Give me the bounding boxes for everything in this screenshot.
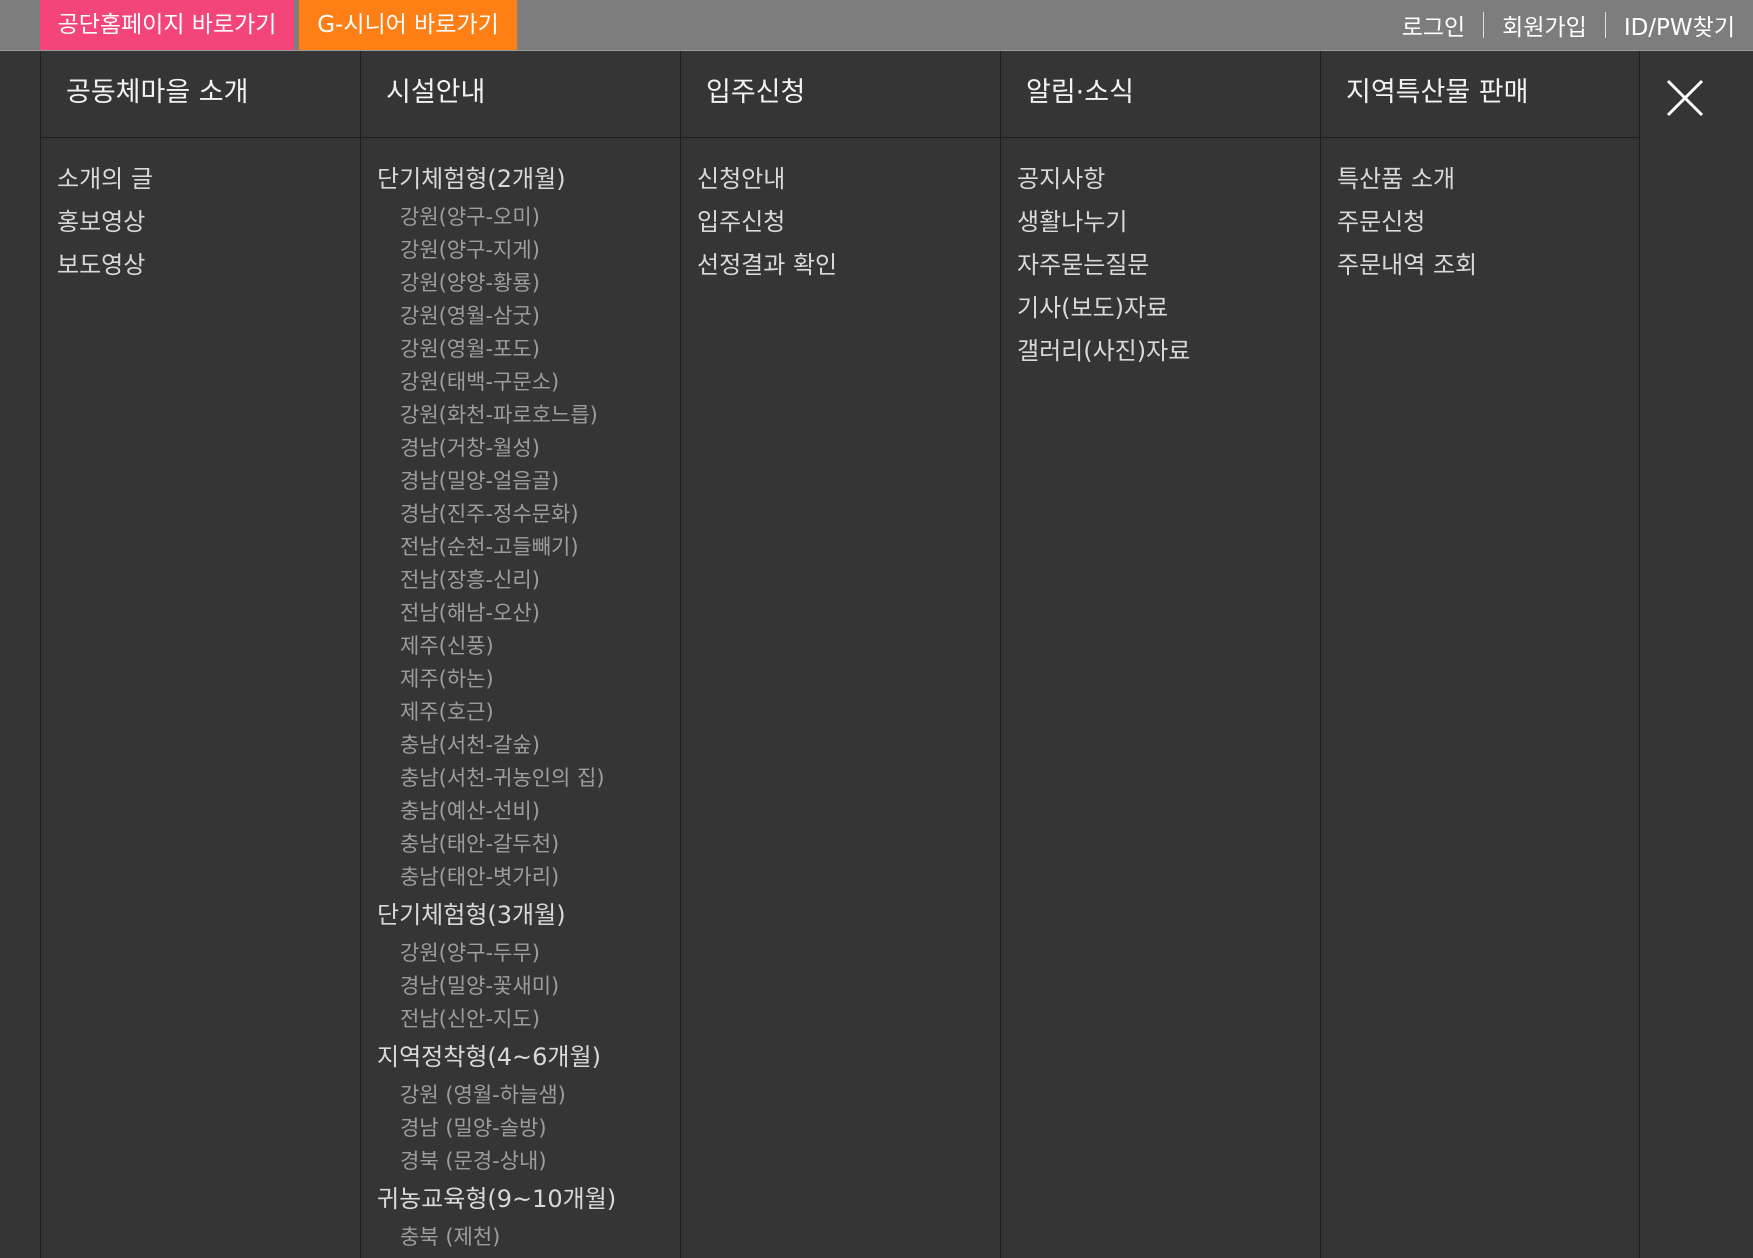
menu-subitem[interactable]: 제주(하논) [377, 663, 680, 696]
account-links: 로그인 회원가입 ID/PW찾기 [1384, 0, 1735, 50]
menu-subitem[interactable]: 전남(순천-고들빼기) [377, 531, 680, 564]
menu-column-title[interactable]: 공동체마을 소개 [41, 51, 360, 138]
menu-subitem[interactable]: 강원(양구-오미) [377, 201, 680, 234]
menu-subitem[interactable]: 제주(호근) [377, 696, 680, 729]
menu-subitem[interactable]: 강원(화천-파로호느릅) [377, 399, 680, 432]
menu-subitem[interactable]: 충북 (제천) [377, 1221, 680, 1254]
menu-subitem[interactable]: 경남(밀양-꽃새미) [377, 970, 680, 1003]
menu-item[interactable]: 공지사항 [1017, 158, 1320, 201]
menu-subitem[interactable]: 충남(서천-갈숲) [377, 729, 680, 762]
g-senior-button[interactable]: G-시니어 바로가기 [299, 0, 517, 50]
menu-item[interactable]: 기사(보도)자료 [1017, 287, 1320, 330]
menu-column: 입주신청 신청안내 입주신청 선정결과 확인 [680, 51, 1000, 1258]
menu-subitem[interactable]: 전남(장흥-신리) [377, 564, 680, 597]
menu-column: 알림·소식 공지사항 생활나누기 자주묻는질문 기사(보도)자료 갤러리(사진)자료 [1000, 51, 1320, 1258]
menu-item[interactable]: 귀농교육형(9~10개월) [377, 1178, 680, 1221]
menu-item[interactable]: 소개의 글 [57, 158, 360, 201]
menu-subitem[interactable]: 충남(서천-귀농인의 집) [377, 762, 680, 795]
menu-item[interactable]: 단기체험형(3개월) [377, 894, 680, 937]
signup-link[interactable]: 회원가입 [1484, 8, 1605, 42]
menu-subitem[interactable]: 강원(영월-포도) [377, 333, 680, 366]
menu-item[interactable]: 보도영상 [57, 244, 360, 287]
menu-column-body: 단기체험형(2개월) 강원(양구-오미) 강원(양구-지게) 강원(양양-황룡) 강원(… [361, 138, 680, 1254]
menu-subitem[interactable]: 강원(양구-두무) [377, 937, 680, 970]
find-id-pw-link[interactable]: ID/PW찾기 [1606, 8, 1735, 42]
menu-subitem[interactable]: 강원(영월-삼굿) [377, 300, 680, 333]
menu-subitem[interactable]: 강원(태백-구문소) [377, 366, 680, 399]
menu-subitem[interactable]: 경남(거창-월성) [377, 432, 680, 465]
menu-subitem[interactable]: 충남(태안-볏가리) [377, 861, 680, 894]
menu-column: 공동체마을 소개 소개의 글 홍보영상 보도영상 [40, 51, 360, 1258]
menu-item[interactable]: 입주신청 [697, 201, 1000, 244]
login-link[interactable]: 로그인 [1384, 8, 1483, 42]
menu-item[interactable]: 선정결과 확인 [697, 244, 1000, 287]
menu-item[interactable]: 신청안내 [697, 158, 1000, 201]
menu-column-title[interactable]: 시설안내 [361, 51, 680, 138]
close-icon[interactable] [1665, 78, 1705, 118]
menu-column-body: 소개의 글 홍보영상 보도영상 [41, 138, 360, 287]
menu-subitem[interactable]: 경남 (밀양-솔방) [377, 1112, 680, 1145]
menu-item[interactable]: 갤러리(사진)자료 [1017, 330, 1320, 373]
menu-item[interactable]: 특산품 소개 [1337, 158, 1639, 201]
menu-column-title[interactable]: 입주신청 [681, 51, 1000, 138]
menu-subitem[interactable]: 충남(태안-갈두천) [377, 828, 680, 861]
menu-subitem[interactable]: 경북 (문경-상내) [377, 1145, 680, 1178]
corporation-homepage-button[interactable]: 공단홈페이지 바로가기 [40, 0, 294, 50]
menu-item[interactable]: 단기체험형(2개월) [377, 158, 680, 201]
menu-subitem[interactable]: 제주(신풍) [377, 630, 680, 663]
top-bar: 공단홈페이지 바로가기 G-시니어 바로가기 로그인 회원가입 ID/PW찾기 [0, 0, 1753, 51]
menu-item[interactable]: 주문내역 조회 [1337, 244, 1639, 287]
menu-column: 지역특산물 판매 특산품 소개 주문신청 주문내역 조회 [1320, 51, 1640, 1258]
menu-column-body: 공지사항 생활나누기 자주묻는질문 기사(보도)자료 갤러리(사진)자료 [1001, 138, 1320, 373]
menu-subitem[interactable]: 충남(예산-선비) [377, 795, 680, 828]
menu-subitem[interactable]: 경남(진주-정수문화) [377, 498, 680, 531]
menu-column-title[interactable]: 지역특산물 판매 [1321, 51, 1639, 138]
menu-column-body: 신청안내 입주신청 선정결과 확인 [681, 138, 1000, 287]
mega-menu: 공동체마을 소개 소개의 글 홍보영상 보도영상 시설안내 단기체험형(2개월) 강원(양구… [40, 51, 1640, 1258]
menu-subitem[interactable]: 전남(신안-지도) [377, 1003, 680, 1036]
menu-item[interactable]: 홍보영상 [57, 201, 360, 244]
menu-item[interactable]: 자주묻는질문 [1017, 244, 1320, 287]
menu-column: 시설안내 단기체험형(2개월) 강원(양구-오미) 강원(양구-지게) 강원(양양-황룡… [360, 51, 680, 1258]
menu-subitem[interactable]: 강원(양구-지게) [377, 234, 680, 267]
menu-subitem[interactable]: 경남(밀양-얼음골) [377, 465, 680, 498]
menu-subitem[interactable]: 전남(해남-오산) [377, 597, 680, 630]
menu-subitem[interactable]: 강원(양양-황룡) [377, 267, 680, 300]
menu-item[interactable]: 지역정착형(4~6개월) [377, 1036, 680, 1079]
menu-subitem[interactable]: 강원 (영월-하늘샘) [377, 1079, 680, 1112]
menu-column-body: 특산품 소개 주문신청 주문내역 조회 [1321, 138, 1639, 287]
menu-item[interactable]: 생활나누기 [1017, 201, 1320, 244]
menu-item[interactable]: 주문신청 [1337, 201, 1639, 244]
menu-column-title[interactable]: 알림·소식 [1001, 51, 1320, 138]
